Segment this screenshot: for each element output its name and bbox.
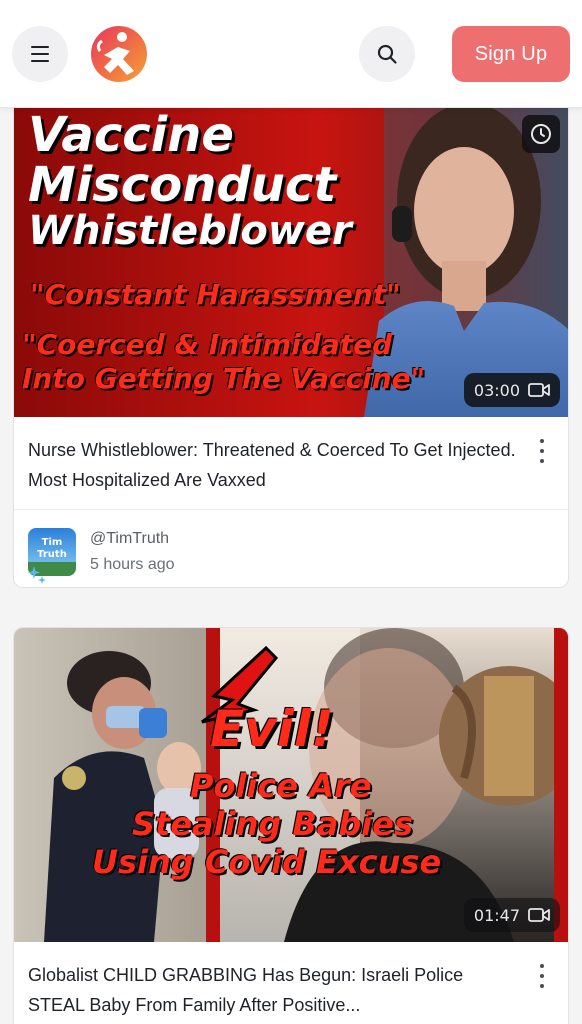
thumbnail-headline-3: Whistleblower [28, 208, 352, 254]
thumbnail-quote-1: "Constant Harassment" [30, 278, 401, 311]
avatar-text-truth: Truth [37, 549, 67, 560]
search-icon [377, 44, 397, 64]
post-timestamp: 5 hours ago [90, 556, 175, 573]
video-camera-icon [528, 383, 550, 397]
thumbnail-quote-2a: "Coerced & Intimidated [22, 328, 393, 361]
thumbnail-headline-2: Police Are [190, 767, 372, 805]
video-title[interactable]: Nurse Whistleblower: Threatened & Coerce… [28, 435, 518, 495]
brand-logo-icon[interactable] [90, 25, 148, 83]
video-title-row: Globalist CHILD GRABBING Has Begun: Isra… [14, 942, 568, 1020]
thumbnail-headline-3: Stealing Babies [132, 805, 414, 843]
hamburger-menu-icon [31, 44, 49, 65]
duration-text: 01:47 [473, 905, 520, 925]
avatar-text-tim: Tim [42, 537, 63, 548]
watch-later-button[interactable] [522, 115, 560, 153]
top-header: Sign Up [0, 0, 582, 108]
thumbnail-headline-1: Evil! [210, 700, 334, 758]
menu-button[interactable] [12, 26, 68, 82]
video-title-row: Nurse Whistleblower: Threatened & Coerce… [14, 417, 568, 495]
thumbnail-headline-4: Using Covid Excuse [92, 843, 442, 881]
duration-badge: 01:47 [463, 898, 560, 932]
author-handle[interactable]: @TimTruth [90, 530, 169, 548]
thumbnail-quote-2b: Into Getting The Vaccine" [22, 362, 426, 395]
video-camera-icon [528, 908, 550, 922]
duration-text: 03:00 [473, 380, 520, 400]
video-card[interactable]: Vaccine Misconduct Whistleblower "Consta… [13, 90, 569, 588]
video-thumbnail[interactable]: Evil! Police Are Stealing Babies Using C… [14, 628, 568, 942]
sign-up-button[interactable]: Sign Up [452, 26, 570, 82]
video-thumbnail[interactable]: Vaccine Misconduct Whistleblower "Consta… [14, 91, 568, 417]
clock-icon [531, 124, 551, 144]
video-card[interactable]: Evil! Police Are Stealing Babies Using C… [13, 627, 569, 1024]
sparkle-icon [26, 564, 48, 587]
thumbnail-headline-1: Vaccine [28, 107, 234, 163]
more-options-icon[interactable] [538, 439, 546, 463]
video-title[interactable]: Globalist CHILD GRABBING Has Begun: Isra… [28, 960, 518, 1020]
duration-badge: 03:00 [463, 373, 560, 407]
thumbnail-headline-2: Misconduct [28, 157, 337, 213]
more-options-icon[interactable] [538, 964, 546, 988]
search-button[interactable] [359, 26, 415, 82]
author-row: Tim Truth @TimTruth 5 hours ago [14, 510, 568, 587]
